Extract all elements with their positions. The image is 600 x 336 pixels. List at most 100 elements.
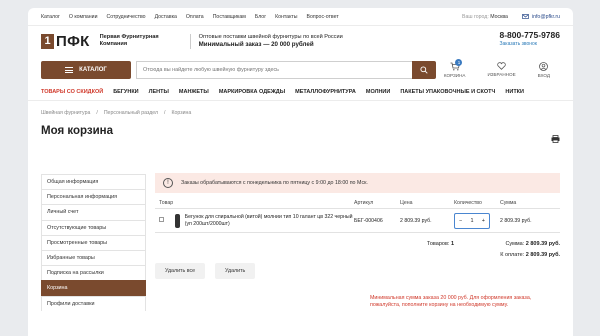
top-link-catalog[interactable]: Каталог bbox=[41, 14, 60, 20]
print-icon[interactable] bbox=[551, 135, 560, 143]
search-row: КАТАЛОГ 1 КОРЗИНА ИЗБРАННОЕ ВХОД bbox=[28, 56, 573, 84]
breadcrumb-item-personal[interactable]: Персональный раздел bbox=[104, 110, 158, 116]
nav-item-metal[interactable]: МЕТАЛЛОФУРНИТУРА bbox=[295, 89, 356, 95]
cart-count-badge: 1 bbox=[455, 59, 463, 66]
nav-item-packaging[interactable]: ПАКЕТЫ УПАКОВОЧНЫЕ И СКОТЧ bbox=[400, 89, 495, 95]
account-sidebar: Общая информация Персональная информация… bbox=[41, 174, 146, 311]
min-order-text: Минимальный заказ — 20 000 рублей bbox=[198, 41, 314, 48]
quantity-cell: − 1 + bbox=[454, 212, 500, 229]
nav-item-sale[interactable]: ТОВАРЫ СО СКИДКОЙ bbox=[41, 89, 103, 95]
header-price: Цена bbox=[400, 200, 413, 206]
header-product: Товар bbox=[159, 200, 174, 206]
top-link-faq[interactable]: Вопрос-ответ bbox=[307, 14, 339, 20]
email-link[interactable]: info@pfkr.ru bbox=[522, 14, 560, 20]
sidebar-item-subscriptions[interactable]: Подписка на рассылки bbox=[41, 265, 146, 281]
breadcrumb-item-cart: Корзина bbox=[171, 109, 192, 116]
header-spacer bbox=[175, 200, 354, 208]
items-count-label: Товаров: bbox=[426, 241, 450, 247]
notice-text: Заказы обрабатываются с понедельника по … bbox=[181, 180, 368, 186]
items-count-value: 1 bbox=[450, 241, 454, 247]
logo-text: ПФК bbox=[56, 32, 90, 50]
logo-mark: 1 bbox=[41, 33, 54, 49]
sidebar-item-personal[interactable]: Персональная информация bbox=[41, 189, 146, 205]
search-button[interactable] bbox=[412, 61, 436, 79]
breadcrumb-item-home[interactable]: Швейная фурнитура bbox=[41, 110, 90, 116]
top-link-blog[interactable]: Блог bbox=[255, 14, 266, 20]
header-quantity: Количество bbox=[454, 200, 482, 206]
table-row: Бегунок для спиральной (витой) молнии ти… bbox=[155, 209, 560, 233]
breadcrumb-separator: / bbox=[164, 109, 166, 116]
phone-number[interactable]: 8-800-775-9786 bbox=[500, 30, 561, 40]
nav-item-sliders[interactable]: БЕГУНКИ bbox=[113, 89, 138, 95]
search-input[interactable] bbox=[136, 61, 412, 79]
increment-button[interactable]: + bbox=[482, 218, 485, 224]
delete-button[interactable]: Удалить bbox=[215, 263, 256, 279]
product-cell: Бегунок для спиральной (витой) молнии ти… bbox=[175, 213, 354, 228]
city-value[interactable]: Москва bbox=[490, 14, 508, 20]
cart-link[interactable]: 1 КОРЗИНА bbox=[443, 59, 466, 78]
info-icon: ! bbox=[163, 178, 173, 188]
tagline-text: Оптовые поставки швейной фурнитуры по вс… bbox=[198, 33, 343, 40]
callback-link[interactable]: Заказать звонок bbox=[500, 41, 561, 47]
top-links: Каталог О компании Сотрудничество Достав… bbox=[41, 14, 339, 20]
quantity-stepper[interactable]: − 1 + bbox=[454, 212, 490, 229]
category-nav: ТОВАРЫ СО СКИДКОЙ БЕГУНКИ ЛЕНТЫ МАНЖЕТЫ … bbox=[28, 84, 573, 101]
product-thumbnail[interactable] bbox=[175, 213, 180, 228]
header-sum: Сумма bbox=[500, 200, 517, 206]
nav-item-threads[interactable]: НИТКИ bbox=[505, 89, 524, 95]
nav-item-labels[interactable]: МАРКИРОВКА ОДЕЖДЫ bbox=[219, 89, 285, 95]
pay-label: К оплате: bbox=[500, 252, 525, 258]
product-article: БЕГ-000406 bbox=[354, 217, 383, 224]
title-row: Моя корзина bbox=[28, 121, 573, 143]
sidebar-item-viewed[interactable]: Просмотренные товары bbox=[41, 234, 146, 250]
cart-label: КОРЗИНА bbox=[443, 73, 466, 78]
cart-actions: Удалить все Удалить bbox=[155, 263, 560, 279]
row-select bbox=[155, 217, 175, 224]
favorites-label: ИЗБРАННОЕ bbox=[487, 72, 516, 77]
top-link-cooperation[interactable]: Сотрудничество bbox=[106, 14, 145, 20]
sidebar-item-delivery-profiles[interactable]: Профили доставки bbox=[41, 295, 146, 311]
sidebar-item-general[interactable]: Общая информация bbox=[41, 174, 146, 190]
nav-item-tapes[interactable]: ЛЕНТЫ bbox=[149, 89, 169, 95]
mail-icon bbox=[522, 14, 529, 19]
logo[interactable]: 1 ПФК bbox=[41, 33, 90, 50]
breadcrumb-separator: / bbox=[96, 109, 98, 116]
menu-icon bbox=[65, 67, 74, 73]
login-label: ВХОД bbox=[537, 73, 550, 78]
hours-notice: ! Заказы обрабатываются с понедельника п… bbox=[155, 173, 560, 193]
sidebar-item-cart[interactable]: Корзина bbox=[41, 280, 146, 296]
city-label: Ваш город: bbox=[462, 13, 489, 20]
top-link-payment[interactable]: Оплата bbox=[186, 14, 204, 20]
sidebar-item-favorites[interactable]: Избранные товары bbox=[41, 249, 146, 266]
city-selector[interactable]: Ваш город: Москва bbox=[462, 14, 508, 20]
top-link-about[interactable]: О компании bbox=[69, 14, 98, 20]
heart-icon bbox=[497, 62, 506, 70]
product-name[interactable]: Бегунок для спиральной (витой) молнии ти… bbox=[185, 214, 354, 227]
favorites-link[interactable]: ИЗБРАННОЕ bbox=[487, 62, 516, 78]
breadcrumb: Швейная фурнитура / Персональный раздел … bbox=[28, 104, 573, 121]
login-link[interactable]: ВХОД bbox=[538, 62, 550, 78]
delete-all-button[interactable]: Удалить все bbox=[155, 263, 206, 279]
top-link-suppliers[interactable]: Поставщикам bbox=[213, 14, 246, 20]
nav-item-zippers[interactable]: МОЛНИИ bbox=[366, 89, 390, 95]
row-checkbox[interactable] bbox=[159, 217, 164, 222]
sidebar-item-account[interactable]: Личный счет bbox=[41, 204, 146, 220]
top-link-contacts[interactable]: Контакты bbox=[275, 14, 297, 20]
catalog-label: КАТАЛОГ bbox=[79, 67, 107, 73]
decrement-button[interactable]: − bbox=[459, 218, 462, 224]
header-article: Артикул bbox=[354, 200, 374, 206]
nav-item-cuffs[interactable]: МАНЖЕТЫ bbox=[179, 89, 209, 95]
product-price: 2 809.39 руб. bbox=[400, 217, 432, 224]
product-sum: 2 809.39 руб. bbox=[500, 217, 532, 224]
catalog-button[interactable]: КАТАЛОГ bbox=[41, 61, 131, 79]
top-link-delivery[interactable]: Доставка bbox=[155, 14, 177, 20]
page-title: Моя корзина bbox=[41, 125, 113, 137]
phone-block: 8-800-775-9786 Заказать звонок bbox=[500, 30, 561, 47]
sum-value: 2 809.39 руб. bbox=[525, 241, 560, 247]
items-count: Товаров: 1 bbox=[427, 239, 454, 250]
quantity-value[interactable]: 1 bbox=[470, 218, 473, 224]
cart-totals: Товаров: 1 Сумма: 2 809.39 руб. К оплате… bbox=[155, 239, 560, 261]
minimum-order-warning: Минимальная сумма заказа 20 000 руб. Для… bbox=[370, 295, 532, 308]
site-header: 1 ПФК Первая Фурнитурная Компания Оптовы… bbox=[28, 26, 573, 56]
sidebar-item-missing[interactable]: Отсутствующие товары bbox=[41, 219, 146, 235]
